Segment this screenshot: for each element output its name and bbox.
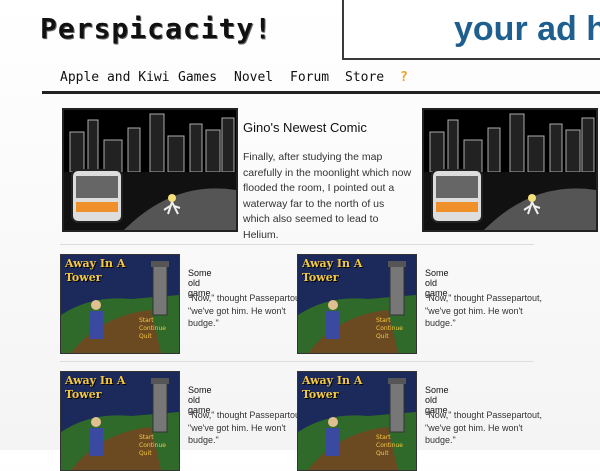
menu-continue: Continue	[139, 325, 166, 332]
menu-start: Start	[376, 434, 391, 441]
menu-quit: Quit	[139, 333, 152, 340]
game-thumbnail[interactable]: Away In A Tower Start Continue Quit	[60, 371, 180, 471]
nav-store[interactable]: Store	[345, 70, 384, 85]
divider	[60, 361, 534, 362]
nav-games[interactable]: Games	[178, 70, 217, 85]
nav-help[interactable]: ?	[400, 70, 408, 85]
thumbnail-title: Away In A Tower	[65, 374, 126, 401]
menu-quit: Quit	[139, 450, 152, 457]
nav-forum[interactable]: Forum	[290, 70, 329, 85]
comic-panel-left[interactable]	[62, 108, 238, 232]
nav-novel[interactable]: Novel	[234, 70, 273, 85]
thumbnail-title: Away In A Tower	[302, 374, 363, 401]
site-logo[interactable]: Perspicacity!	[40, 12, 272, 45]
menu-quit: Quit	[376, 450, 389, 457]
menu-continue: Continue	[376, 325, 403, 332]
game-thumbnail[interactable]: Away In A Tower Start Continue Quit	[297, 254, 417, 354]
game-description: "Now," thought Passepartout, "we've got …	[425, 293, 542, 328]
menu-start: Start	[376, 317, 391, 324]
game-thumbnail[interactable]: Away In A Tower Start Continue Quit	[297, 371, 417, 471]
ad-text: your ad h	[454, 10, 600, 48]
thumbnail-title: Away In A Tower	[302, 257, 363, 284]
comic-scene-image	[424, 110, 596, 230]
menu-start: Start	[139, 434, 154, 441]
game-description: "Now," thought Passepartout, "we've got …	[188, 410, 305, 445]
comic-panel-right[interactable]	[422, 108, 598, 232]
main-nav: Apple and Kiwi Games Novel Forum Store ?	[42, 64, 600, 94]
featured-comic-text: Finally, after studying the map carefull…	[243, 151, 412, 241]
game-thumbnail[interactable]: Away In A Tower Start Continue Quit	[60, 254, 180, 354]
comic-scene-image	[64, 110, 236, 230]
menu-start: Start	[139, 317, 154, 324]
ad-banner[interactable]: your ad h	[342, 0, 600, 60]
divider	[60, 244, 534, 245]
nav-apple-and-kiwi[interactable]: Apple and Kiwi	[60, 70, 170, 85]
menu-quit: Quit	[376, 333, 389, 340]
menu-continue: Continue	[139, 442, 166, 449]
featured-comic-title[interactable]: Gino's Newest Comic	[243, 120, 367, 135]
game-description: "Now," thought Passepartout, "we've got …	[188, 293, 305, 328]
thumbnail-title: Away In A Tower	[65, 257, 126, 284]
menu-continue: Continue	[376, 442, 403, 449]
game-description: "Now," thought Passepartout, "we've got …	[425, 410, 542, 445]
